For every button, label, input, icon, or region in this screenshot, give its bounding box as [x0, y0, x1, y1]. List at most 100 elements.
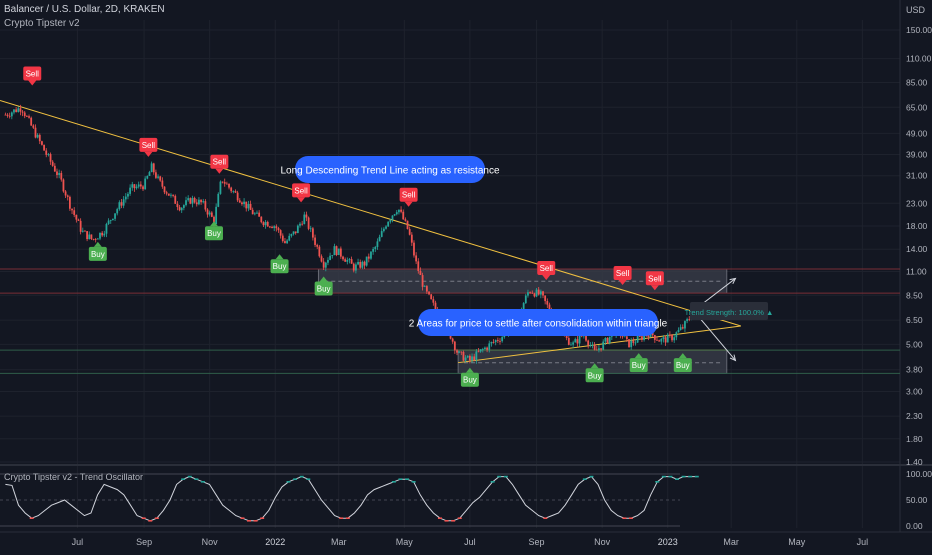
candle-body-131	[286, 240, 288, 244]
candle-body-59	[131, 184, 134, 188]
candle-body-312	[675, 332, 678, 338]
candle-body-243	[527, 292, 529, 296]
candle-body-143	[312, 228, 314, 238]
candle-body-302	[653, 335, 656, 340]
candle-body-293	[634, 342, 637, 344]
candle-body-292	[632, 340, 635, 343]
candle-body-63	[139, 184, 142, 187]
candle-body-31	[71, 208, 73, 211]
candle-body-96	[210, 212, 213, 217]
x-tick-label-4: Mar	[331, 537, 347, 547]
chart-svg[interactable]: Sell Buy Sell Sell Buy Buy Sell Buy Sell Buy Sell B…	[0, 0, 932, 550]
candle-body-12	[30, 117, 33, 126]
candle-body-120	[262, 222, 265, 226]
candle-body-14	[34, 127, 37, 138]
candle-body-271	[587, 340, 590, 346]
candle-body-247	[535, 289, 538, 297]
candle-body-130	[284, 241, 286, 244]
candle-body-65	[144, 178, 147, 190]
candle-body-306	[662, 337, 665, 339]
candle-body-164	[357, 261, 359, 265]
candle-body-175	[380, 231, 383, 237]
candle-body-248	[537, 289, 540, 295]
x-tick-label-2: Nov	[202, 537, 219, 547]
x-tick-label-8: Nov	[594, 537, 611, 547]
candle-body-221	[479, 349, 482, 352]
candle-body-122	[266, 221, 269, 227]
y-tick-label-7: 23.00	[906, 198, 928, 208]
candle-body-155	[337, 248, 340, 255]
candle-body-52	[116, 209, 119, 214]
candle-body-136	[296, 225, 299, 234]
candle-body-182	[395, 212, 398, 215]
candle-body-106	[232, 191, 235, 192]
sell-label-text: Sell	[294, 186, 308, 195]
candle-body-113	[247, 203, 250, 209]
candle-body-100	[219, 181, 222, 194]
candle-body-74	[163, 186, 166, 193]
x-tick-label-11: May	[788, 537, 806, 547]
y-tick-label-10: 11.00	[906, 266, 927, 276]
candle-body-111	[243, 201, 245, 205]
candle-body-68	[150, 163, 153, 173]
candle-body-27	[62, 179, 65, 192]
candle-body-21	[49, 154, 52, 162]
candle-body-265	[574, 339, 577, 343]
y-tick-label-5: 39.00	[906, 150, 928, 160]
candle-body-295	[638, 336, 641, 337]
oscillator-title: Crypto Tipster v2 - Trend Oscillator	[4, 472, 144, 482]
candle-body-41	[92, 238, 95, 240]
y-tick-label-11: 8.50	[906, 290, 923, 300]
candle-body-44	[99, 232, 101, 239]
candle-body-133	[290, 233, 293, 236]
candle-body-38	[86, 231, 88, 240]
chart-root[interactable]: Sell Buy Sell Sell Buy Buy Sell Buy Sell Buy Sell B…	[0, 0, 932, 550]
candle-body-19	[45, 150, 48, 155]
candle-body-95	[208, 212, 211, 215]
candle-body-139	[303, 214, 306, 225]
osc-tick-label-0: 100.00	[906, 469, 932, 479]
sell-label-text: Sell	[616, 269, 630, 278]
candle-body-34	[77, 219, 80, 221]
candle-body-166	[361, 261, 364, 268]
candle-body-99	[217, 193, 220, 207]
candle-body-278	[602, 341, 605, 350]
candle-body-272	[589, 344, 592, 346]
candle-body-135	[294, 231, 297, 234]
y-tick-label-2: 85.00	[906, 77, 928, 87]
buy-label-text: Buy	[207, 229, 221, 238]
y-tick-label-14: 3.80	[906, 365, 923, 375]
buy-label-text: Buy	[676, 361, 690, 370]
y-tick-label-8: 18.00	[906, 221, 928, 231]
candle-body-262	[567, 338, 570, 345]
candle-body-54	[120, 202, 123, 206]
candle-body-263	[570, 344, 572, 346]
candle-body-174	[378, 236, 381, 242]
candle-body-171	[372, 249, 375, 252]
candle-body-94	[206, 209, 209, 215]
candle-body-281	[608, 336, 611, 344]
candle-body-5	[15, 109, 18, 112]
candle-body-49	[109, 219, 112, 221]
candle-body-15	[36, 134, 39, 138]
candle-body-303	[656, 339, 658, 341]
candle-body-318	[688, 319, 691, 320]
candle-body-89	[195, 202, 198, 205]
candle-body-90	[198, 199, 200, 205]
candle-body-227	[492, 342, 495, 343]
areas-note: 2 Areas for price to settle after consol…	[409, 309, 668, 336]
candle-body-184	[400, 209, 402, 212]
candle-body-118	[258, 212, 261, 217]
candle-body-279	[604, 337, 607, 342]
candle-body-274	[593, 344, 596, 350]
candle-body-304	[658, 340, 661, 342]
y-tick-label-0: 150.00	[906, 25, 932, 35]
candle-body-159	[346, 260, 349, 262]
candle-body-189	[410, 234, 413, 243]
candle-body-177	[385, 226, 387, 229]
candle-body-86	[189, 198, 192, 204]
candle-body-69	[152, 163, 155, 173]
candle-body-51	[114, 213, 116, 219]
candle-body-230	[499, 340, 501, 342]
candle-body-225	[488, 343, 491, 350]
